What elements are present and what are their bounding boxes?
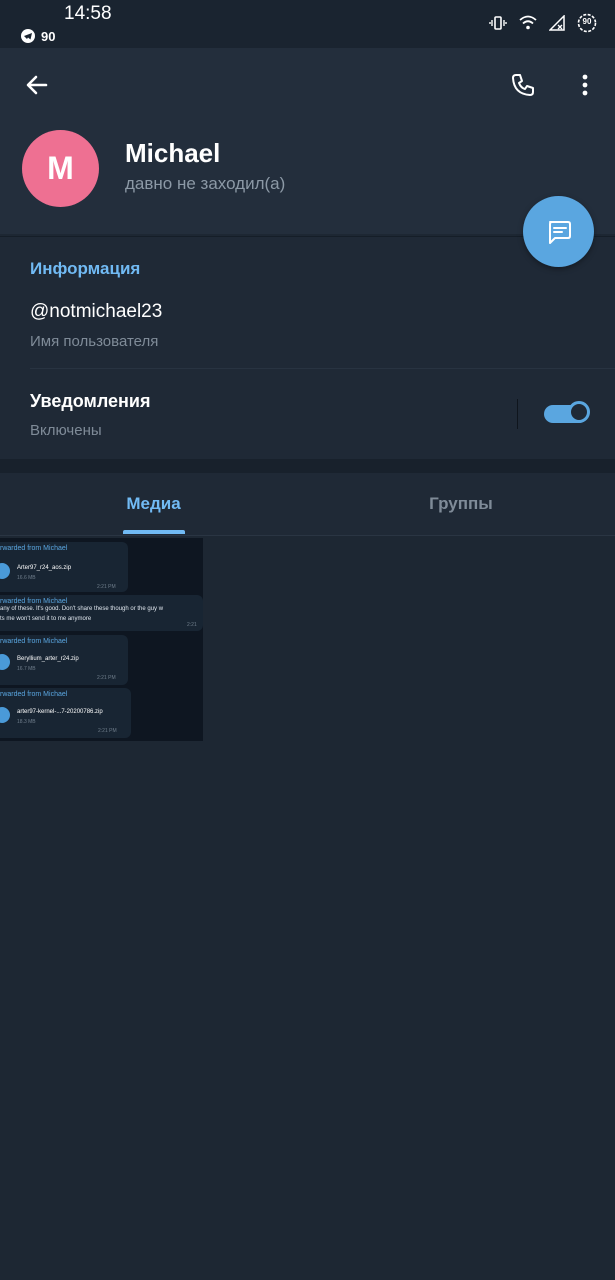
status-time: 14:58 <box>64 3 112 24</box>
notifications-value: Включены <box>30 422 102 439</box>
telegram-icon <box>21 29 35 43</box>
forwarded-label: rwarded from Michael <box>0 545 68 552</box>
file-size: 16.7 MB <box>17 666 36 672</box>
message-time: 2:21 <box>187 622 197 628</box>
status-bar: 14:58 90 90 <box>0 0 615 48</box>
notifications-toggle[interactable] <box>544 401 590 423</box>
message-bubble: rwarded from Michael arter97-kernel-...7… <box>0 688 131 738</box>
forwarded-label: rwarded from Michael <box>0 691 68 698</box>
media-thumbnail[interactable]: rwarded from Michael Arter97_r24_aos.zip… <box>0 538 203 741</box>
message-text: ts me won't send it to me anymore <box>0 616 92 622</box>
forwarded-label: rwarded from Michael <box>0 638 68 645</box>
username-value[interactable]: @notmichael23 <box>30 301 162 323</box>
battery-icon: 90 <box>577 13 597 33</box>
toggle-separator <box>517 399 518 429</box>
section-gap <box>0 459 615 473</box>
tab-bar: Медиа Группы <box>0 473 615 536</box>
wifi-icon <box>519 15 537 31</box>
message-bubble: rwarded from Michael Arter97_r24_aos.zip… <box>0 542 128 592</box>
file-name: Arter97_r24_aos.zip <box>17 565 72 571</box>
vibrate-icon <box>489 14 507 32</box>
toggle-knob <box>568 401 590 423</box>
message-button[interactable] <box>523 196 594 267</box>
phone-icon <box>512 74 534 96</box>
file-size: 16.6 MB <box>17 575 36 581</box>
arrow-left-icon <box>26 75 48 95</box>
back-button[interactable] <box>22 70 52 100</box>
message-time: 2:21 PM <box>98 728 117 734</box>
file-icon <box>0 707 10 723</box>
message-text: any of these. It's good. Don't share the… <box>0 606 164 612</box>
signal-icon <box>549 15 565 31</box>
tab-indicator <box>123 530 185 534</box>
notification-count: 90 <box>41 29 56 44</box>
message-bubble: rwarded from Michael any of these. It's … <box>0 595 203 631</box>
file-size: 18.3 MB <box>17 719 36 725</box>
avatar-letter: M <box>47 150 74 186</box>
avatar[interactable]: M <box>22 130 99 207</box>
username-label: Имя пользователя <box>30 333 159 350</box>
info-title: Информация <box>30 259 141 278</box>
message-time: 2:21 PM <box>97 584 116 590</box>
call-button[interactable] <box>508 70 538 100</box>
more-button[interactable] <box>570 70 600 100</box>
battery-level: 90 <box>582 17 592 26</box>
file-name: arter97-kernel-...7-20200786.zip <box>17 709 103 715</box>
tab-media[interactable]: Медиа <box>0 473 307 535</box>
info-section: Информация @notmichael23 Имя пользовател… <box>0 236 615 459</box>
profile-status: давно не заходил(а) <box>125 174 286 193</box>
divider <box>30 368 615 369</box>
profile-header: M Michael давно не заходил(а) <box>0 48 615 234</box>
more-vertical-icon <box>582 74 588 96</box>
message-time: 2:21 PM <box>97 675 116 681</box>
profile-name: Michael <box>125 138 221 168</box>
status-icons: 90 <box>489 13 597 33</box>
file-icon <box>0 563 10 579</box>
tab-groups[interactable]: Группы <box>307 473 615 535</box>
message-icon <box>548 220 571 244</box>
file-icon <box>0 654 10 670</box>
file-name: Beryllium_arter_r24.zip <box>17 656 79 662</box>
message-bubble: rwarded from Michael Beryllium_arter_r24… <box>0 635 128 685</box>
notifications-title[interactable]: Уведомления <box>30 391 151 412</box>
